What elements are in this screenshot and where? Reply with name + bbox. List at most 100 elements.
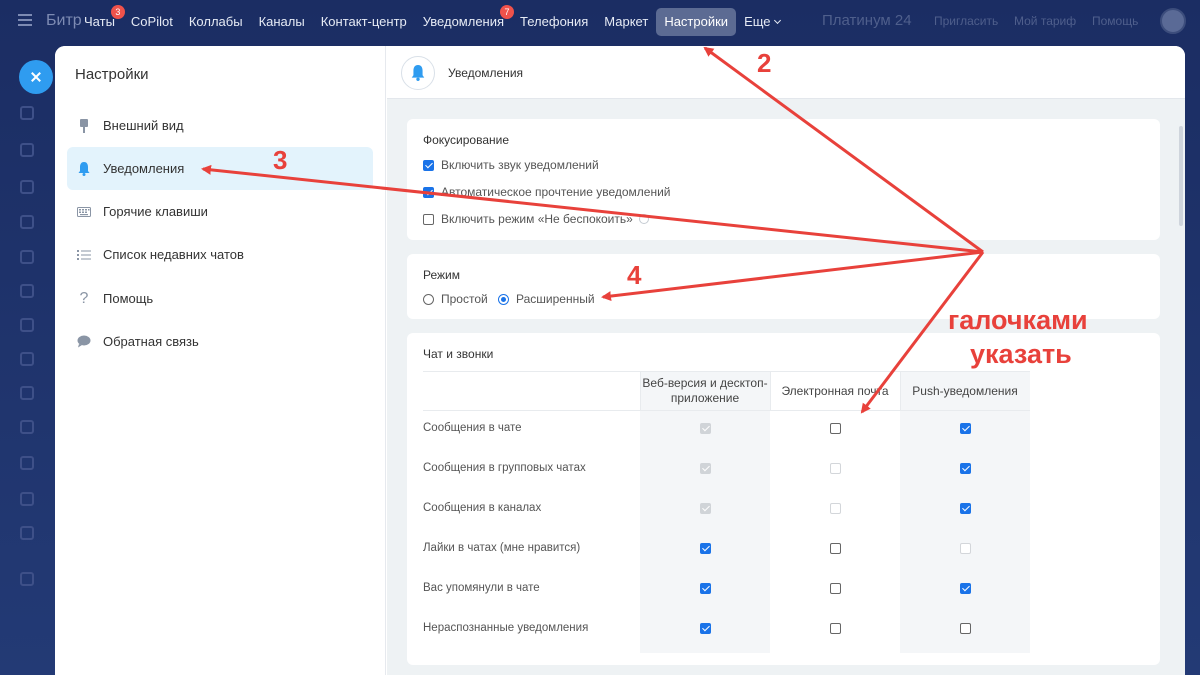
close-icon[interactable]	[19, 60, 53, 94]
content-header: Уведомления	[387, 46, 1185, 99]
option-label: Автоматическое прочтение уведомлений	[441, 185, 671, 199]
nav-item-copilot[interactable]: CoPilot	[123, 8, 181, 36]
rail-icon	[20, 180, 34, 194]
row-label: Сообщения в групповых чатах	[423, 462, 586, 474]
column-header-web: Веб-версия и десктоп-приложение	[642, 376, 768, 405]
sidebar-item-hotkeys[interactable]: Горячие клавиши	[67, 190, 373, 233]
nav-item-chats[interactable]: Чаты 3	[76, 5, 125, 36]
sidebar-item-label: Внешний вид	[103, 118, 184, 133]
option-label: Расширенный	[516, 292, 595, 306]
nav-item-market[interactable]: Маркет	[596, 8, 656, 36]
sidebar-item-label: Список недавних чатов	[103, 247, 244, 262]
matrix-checkbox[interactable]	[830, 423, 841, 434]
focus-card: Фокусирование Включить звук уведомлений …	[407, 119, 1160, 240]
nav-item-settings[interactable]: Настройки	[656, 8, 737, 36]
sidebar-item-label: Уведомления	[103, 161, 185, 176]
matrix-checkbox	[700, 503, 711, 514]
matrix-checkbox[interactable]	[700, 583, 711, 594]
info-icon[interactable]	[638, 214, 649, 224]
matrix-checkbox[interactable]	[960, 503, 971, 514]
mode-simple[interactable]: Простой	[423, 292, 488, 306]
row-label: Сообщения в каналах	[423, 502, 542, 514]
rail-icon	[20, 106, 34, 120]
mode-title: Режим	[423, 268, 460, 282]
matrix-checkbox[interactable]	[700, 543, 711, 554]
divider	[423, 410, 1030, 411]
extended-radio[interactable]	[498, 293, 509, 305]
sidebar-item-help[interactable]: ? Помощь	[67, 277, 373, 320]
nav-item-notifications[interactable]: Уведомления 7	[415, 5, 515, 36]
sidebar-title: Настройки	[75, 66, 149, 83]
rail-icon	[20, 143, 34, 157]
dnd-checkbox[interactable]	[423, 213, 434, 225]
row-label: Вас упомянули в чате	[423, 582, 540, 594]
column-header-push: Push-уведомления	[912, 383, 1018, 398]
sound-checkbox[interactable]	[423, 159, 434, 171]
chat-calls-title: Чат и звонки	[423, 347, 494, 361]
option-sound[interactable]: Включить звук уведомлений	[423, 158, 599, 172]
matrix-checkbox	[830, 463, 841, 474]
rail-icon	[20, 420, 34, 434]
nav-item-channels[interactable]: Каналы	[251, 8, 313, 36]
matrix-checkbox[interactable]	[960, 463, 971, 474]
matrix-checkbox[interactable]	[960, 583, 971, 594]
option-label: Включить режим «Не беспокоить»	[441, 212, 633, 226]
option-do-not-disturb[interactable]: Включить режим «Не беспокоить»	[423, 212, 649, 226]
mode-extended[interactable]: Расширенный	[498, 292, 595, 306]
matrix-checkbox	[830, 503, 841, 514]
rail-icon	[20, 215, 34, 229]
matrix-checkbox[interactable]	[960, 423, 971, 434]
bell-icon	[401, 56, 435, 90]
matrix-checkbox	[700, 423, 711, 434]
help-button[interactable]: Помощь	[1092, 14, 1138, 28]
matrix-checkbox	[700, 463, 711, 474]
nav-item-contact-center[interactable]: Контакт-центр	[313, 8, 415, 36]
simple-radio[interactable]	[423, 293, 434, 305]
chat-bubble-icon	[77, 335, 91, 349]
divider	[423, 371, 1030, 372]
rail-icon	[20, 386, 34, 400]
matrix-checkbox[interactable]	[830, 623, 841, 634]
settings-content: Уведомления Фокусирование Включить звук …	[387, 46, 1185, 675]
plan-label: Платинум 24	[822, 12, 912, 29]
focus-title: Фокусирование	[423, 133, 510, 147]
nav-item-more[interactable]: Еще	[736, 8, 787, 36]
nav-item-collabs[interactable]: Коллабы	[181, 8, 251, 36]
matrix-checkbox[interactable]	[960, 623, 971, 634]
matrix-checkbox[interactable]	[700, 623, 711, 634]
row-label: Сообщения в чате	[423, 422, 522, 434]
rail-icon	[20, 456, 34, 470]
option-auto-read[interactable]: Автоматическое прочтение уведомлений	[423, 185, 671, 199]
auto-read-checkbox[interactable]	[423, 186, 434, 198]
sidebar-item-appearance[interactable]: Внешний вид	[67, 104, 373, 147]
matrix-checkbox[interactable]	[830, 543, 841, 554]
settings-sidebar: Настройки Внешний вид Уведомления Горячи…	[55, 46, 386, 675]
sidebar-item-recent-chats[interactable]: Список недавних чатов	[67, 233, 373, 276]
sidebar-item-feedback[interactable]: Обратная связь	[67, 320, 373, 363]
matrix-checkbox[interactable]	[830, 583, 841, 594]
menu-icon[interactable]	[18, 14, 32, 26]
chat-calls-card: Чат и звонки Веб-версия и десктоп-прилож…	[407, 333, 1160, 665]
sidebar-item-label: Горячие клавиши	[103, 204, 208, 219]
scrollbar[interactable]	[1179, 126, 1183, 226]
my-plan-button[interactable]: Мой тариф	[1014, 14, 1076, 28]
question-icon: ?	[79, 289, 89, 307]
settings-window: Настройки Внешний вид Уведомления Горячи…	[55, 46, 1185, 675]
page-title: Уведомления	[448, 66, 524, 80]
bell-icon	[77, 161, 91, 176]
top-nav: Чаты 3 CoPilot Коллабы Каналы Контакт-цен…	[76, 5, 788, 36]
user-avatar[interactable]	[1160, 8, 1186, 34]
rail-icon	[20, 352, 34, 366]
column-header-email: Электронная почта	[781, 383, 889, 398]
brush-icon	[77, 118, 91, 133]
sidebar-item-label: Обратная связь	[103, 334, 199, 349]
rail-icon	[20, 526, 34, 540]
invite-button[interactable]: Пригласить	[934, 14, 998, 28]
sidebar-item-label: Помощь	[103, 291, 154, 306]
nav-item-telephony[interactable]: Телефония	[512, 8, 596, 36]
rail-icon	[20, 284, 34, 298]
sidebar-item-notifications[interactable]: Уведомления	[67, 147, 373, 190]
row-label: Лайки в чатах (мне нравится)	[423, 542, 581, 554]
rail-icon	[20, 318, 34, 332]
rail-icon	[20, 492, 34, 506]
